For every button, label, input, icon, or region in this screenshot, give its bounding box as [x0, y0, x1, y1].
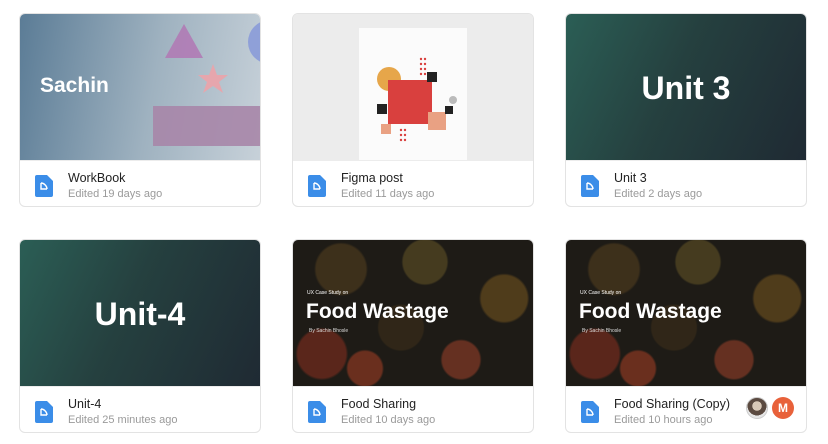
poster-artwork — [359, 28, 467, 160]
figma-file-icon — [308, 401, 326, 423]
thumbnail-text: Food Wastage — [579, 300, 722, 323]
figma-file-icon — [581, 175, 599, 197]
thumbnail-unit-3: Unit 3 — [566, 14, 806, 160]
thumbnail-byline: By Sachin Bhosle — [582, 328, 622, 334]
collaborator-avatar[interactable] — [746, 397, 768, 419]
thumbnail-unit-4: Unit-4 — [20, 240, 260, 386]
file-card-workbook[interactable]: Sachin WorkBook Edited 19 days ago — [19, 13, 261, 207]
file-name: Unit-4 — [68, 397, 102, 411]
file-card-unit-4[interactable]: Unit-4 Unit-4 Edited 25 minutes ago — [19, 239, 261, 433]
file-name: Food Sharing (Copy) — [614, 397, 731, 411]
thumbnail-kicker: UX Case Study on — [307, 290, 349, 296]
thumbnail-text: Food Wastage — [306, 300, 449, 323]
thumbnail-text: Unit-4 — [94, 296, 186, 332]
file-name: Food Sharing — [341, 397, 417, 411]
thumbnail-figma-post — [293, 14, 533, 160]
card-meta: Food Sharing (Copy) Edited 10 hours ago … — [566, 386, 806, 432]
card-meta: WorkBook Edited 19 days ago — [20, 160, 260, 206]
edited-time: Edited 11 days ago — [341, 188, 435, 200]
file-name: WorkBook — [68, 171, 126, 185]
file-name: Figma post — [341, 171, 403, 185]
collaborator-avatar-initial[interactable]: M — [772, 397, 794, 419]
card-meta: Unit-4 Edited 25 minutes ago — [20, 386, 260, 432]
file-card-food-sharing-copy[interactable]: UX Case Study on Food Wastage By Sachin … — [565, 239, 807, 433]
card-meta: Food Sharing Edited 10 days ago — [293, 386, 533, 432]
card-meta: Unit 3 Edited 2 days ago — [566, 160, 806, 206]
thumbnail-workbook: Sachin — [20, 14, 260, 160]
figma-file-icon — [35, 175, 53, 197]
thumbnail-kicker: UX Case Study on — [580, 290, 622, 296]
figma-file-icon — [581, 401, 599, 423]
figma-file-icon — [308, 175, 326, 197]
thumbnail-byline: By Sachin Bhosle — [309, 328, 349, 334]
file-card-unit-3[interactable]: Unit 3 Unit 3 Edited 2 days ago — [565, 13, 807, 207]
edited-time: Edited 2 days ago — [614, 188, 703, 200]
figma-file-icon — [35, 401, 53, 423]
card-meta: Figma post Edited 11 days ago — [293, 160, 533, 206]
file-grid: Sachin WorkBook Edited 19 days ago Figma… — [0, 0, 828, 444]
file-card-food-sharing[interactable]: UX Case Study on Food Wastage By Sachin … — [292, 239, 534, 433]
edited-time: Edited 10 hours ago — [614, 414, 713, 426]
file-name: Unit 3 — [614, 171, 647, 185]
edited-time: Edited 25 minutes ago — [68, 414, 178, 426]
thumbnail-food-sharing: UX Case Study on Food Wastage By Sachin … — [293, 240, 533, 386]
thumbnail-text: Unit 3 — [641, 70, 731, 106]
edited-time: Edited 10 days ago — [341, 414, 436, 426]
edited-time: Edited 19 days ago — [68, 188, 163, 200]
thumbnail-food-sharing-copy: UX Case Study on Food Wastage By Sachin … — [566, 240, 806, 386]
file-card-figma-post[interactable]: Figma post Edited 11 days ago — [292, 13, 534, 207]
thumbnail-text: Sachin — [40, 74, 109, 97]
